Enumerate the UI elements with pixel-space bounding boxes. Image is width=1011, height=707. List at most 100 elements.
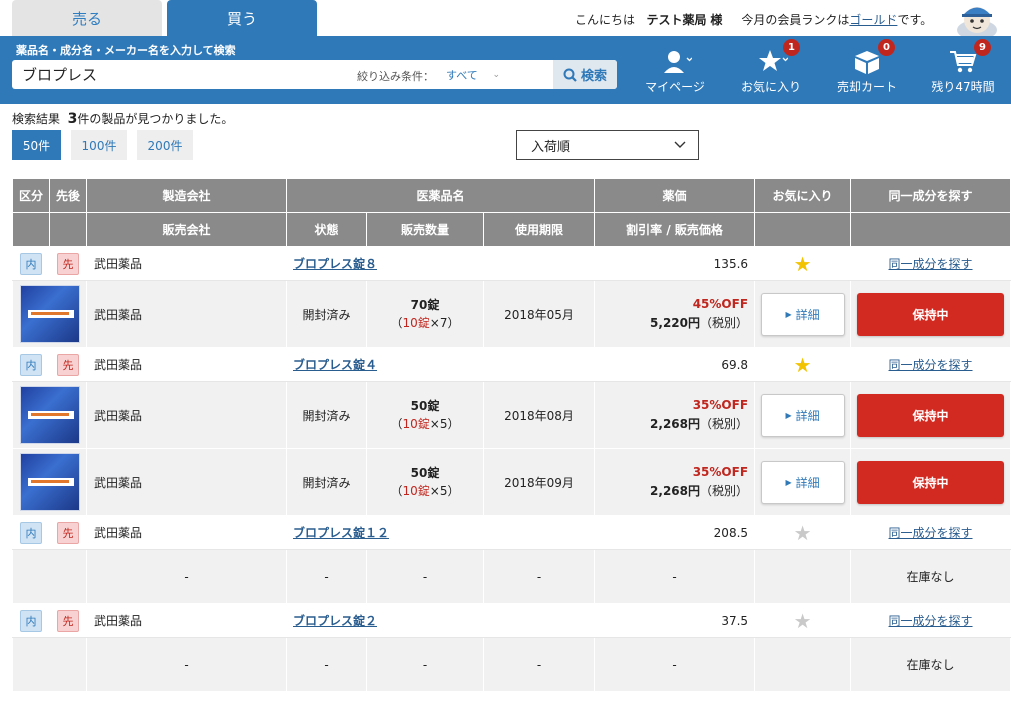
same-ingredient-link[interactable]: 同一成分を探す xyxy=(889,614,973,628)
drug-price: 135.6 xyxy=(594,246,756,281)
per-page-100[interactable]: 100件 xyxy=(71,130,127,160)
result-suffix: 件の製品が見つかりました。 xyxy=(77,112,234,126)
quantity-total: 50錠 xyxy=(410,466,440,480)
drug-price: 69.8 xyxy=(594,347,756,382)
detail-button[interactable]: ▶ 詳細 xyxy=(760,460,845,504)
quantity-mult: ×7 xyxy=(429,316,448,330)
per-page-200[interactable]: 200件 xyxy=(137,130,193,160)
dash-placeholder: - xyxy=(594,549,756,604)
user-icon xyxy=(664,51,692,73)
result-count: 3 xyxy=(67,111,78,127)
box-icon xyxy=(855,51,879,74)
category-tag: 内 xyxy=(20,353,42,376)
nav-sell-cart-label: 売却カート xyxy=(836,80,897,94)
tax-note: （税別） xyxy=(700,316,749,330)
header-state: 状態 xyxy=(286,212,367,247)
caret-right-icon: ▶ xyxy=(785,410,792,420)
listing-quantity: 70錠 （10錠×7） xyxy=(366,280,484,348)
same-ingredient-link[interactable]: 同一成分を探す xyxy=(889,358,973,372)
maker-name: 武田薬品 xyxy=(86,515,287,550)
same-ingredient-link[interactable]: 同一成分を探す xyxy=(889,526,973,540)
product-row: 内 先 武田薬品 ブロプレス錠８ 135.6 ★ 同一成分を探す xyxy=(12,246,1011,281)
dash-placeholder: - xyxy=(594,637,756,692)
product-image xyxy=(19,285,80,343)
rank-link[interactable]: ゴールド xyxy=(849,13,897,27)
detail-label: 詳細 xyxy=(795,475,820,490)
tax-note: （税別） xyxy=(700,484,749,498)
quantity-total: 70錠 xyxy=(410,298,440,312)
quantity-unit: 10錠 xyxy=(402,316,430,330)
nav-sell-cart[interactable]: 0 売却カート xyxy=(832,36,902,104)
per-page-50[interactable]: 50件 xyxy=(12,130,61,160)
detail-label: 詳細 xyxy=(795,408,820,423)
order-tag: 先 xyxy=(57,252,79,275)
hold-button[interactable]: 保持中 xyxy=(857,292,1005,336)
tax-note: （税別） xyxy=(700,417,749,431)
listing-quantity: 50錠 （10錠×5） xyxy=(366,448,484,516)
product-link[interactable]: ブロプレス錠１２ xyxy=(287,526,389,540)
no-stock-row: - - - - - 在庫なし xyxy=(12,637,1011,692)
detail-button[interactable]: ▶ 詳細 xyxy=(760,292,845,336)
filter-select[interactable]: すべて ⌄ xyxy=(442,65,504,84)
search-input[interactable] xyxy=(12,60,352,89)
favorite-star-icon[interactable]: ★ xyxy=(754,603,852,638)
nav-mypage[interactable]: マイページ xyxy=(640,36,710,104)
tab-buy[interactable]: 買う xyxy=(167,0,317,36)
dash-placeholder: - xyxy=(286,637,367,692)
listing-row: 武田薬品 開封済み 50錠 （10錠×5） 2018年09月 35%OFF 2,26… xyxy=(12,448,1011,516)
header-maker: 製造会社 xyxy=(86,178,287,213)
discount-rate: 45%OFF xyxy=(692,297,749,311)
header-drug-name: 医薬品名 xyxy=(285,178,596,213)
search-header: 薬品名・成分名・メーカー名を入力して検索 絞り込み条件： すべて ⌄ 検索 マイ… xyxy=(0,36,1011,104)
sale-price: 2,268円 xyxy=(650,417,701,431)
detail-button[interactable]: ▶ 詳細 xyxy=(760,393,845,437)
sale-price: 2,268円 xyxy=(650,484,701,498)
listing-state: 開封済み xyxy=(286,448,367,516)
tab-sell[interactable]: 売る xyxy=(12,0,162,36)
nav-buy-cart-label: 残り47時間 xyxy=(931,80,995,94)
favorites-badge: 1 xyxy=(783,39,800,56)
caret-right-icon: ▶ xyxy=(785,309,792,319)
cart-icon xyxy=(950,51,977,73)
category-tag: 内 xyxy=(20,252,42,275)
nav-buy-cart[interactable]: 9 残り47時間 xyxy=(928,36,998,104)
nav-favorites[interactable]: 1 お気に入り xyxy=(736,36,806,104)
header-seller: 販売会社 xyxy=(86,212,287,247)
user-name: テスト薬局 xyxy=(646,13,707,27)
search-icon xyxy=(563,68,577,82)
search-caption: 薬品名・成分名・メーカー名を入力して検索 xyxy=(16,44,236,57)
result-prefix: 検索結果 xyxy=(12,112,61,126)
favorite-star-icon[interactable]: ★ xyxy=(754,246,852,281)
product-image xyxy=(19,453,80,511)
caret-right-icon: ▶ xyxy=(785,477,792,487)
header-kubun: 区分 xyxy=(12,178,50,213)
dash-placeholder: - xyxy=(366,549,484,604)
search-box: 絞り込み条件： すべて ⌄ 検索 xyxy=(12,60,617,89)
favorite-star-icon[interactable]: ★ xyxy=(754,347,852,382)
product-row: 内 先 武田薬品 ブロプレス錠１２ 208.5 ★ 同一成分を探す xyxy=(12,515,1011,550)
hold-button[interactable]: 保持中 xyxy=(857,460,1005,504)
product-row: 内 先 武田薬品 ブロプレス錠２ 37.5 ★ 同一成分を探す xyxy=(12,603,1011,638)
product-link[interactable]: ブロプレス錠４ xyxy=(287,358,377,372)
listing-discount: 45%OFF 5,220円（税別） xyxy=(594,280,756,348)
product-link[interactable]: ブロプレス錠８ xyxy=(287,257,377,271)
product-table: 区分 先後 製造会社 医薬品名 薬価 お気に入り 同一成分を探す 販売会社 状態… xyxy=(12,178,1011,692)
search-button[interactable]: 検索 xyxy=(553,60,617,89)
nav-favorites-label: お気に入り xyxy=(740,80,801,94)
favorite-star-icon[interactable]: ★ xyxy=(754,515,852,550)
search-button-label: 検索 xyxy=(580,69,607,84)
product-link[interactable]: ブロプレス錠２ xyxy=(287,614,377,628)
sell-cart-badge: 0 xyxy=(878,39,895,56)
same-ingredient-link[interactable]: 同一成分を探す xyxy=(889,257,973,271)
rank-suffix: です。 xyxy=(897,13,933,27)
sort-select[interactable]: 入荷順 xyxy=(516,130,699,160)
filter-label: 絞り込み条件： xyxy=(357,70,434,83)
hold-button[interactable]: 保持中 xyxy=(857,393,1005,437)
category-tag: 内 xyxy=(20,521,42,544)
drug-price: 208.5 xyxy=(594,515,756,550)
header-discount-price: 割引率 / 販売価格 xyxy=(594,212,756,247)
seller-name: 武田薬品 xyxy=(86,280,287,348)
listing-state: 開封済み xyxy=(286,280,367,348)
no-stock-label: 在庫なし xyxy=(850,549,1011,604)
listing-expiry: 2018年05月 xyxy=(482,280,596,348)
